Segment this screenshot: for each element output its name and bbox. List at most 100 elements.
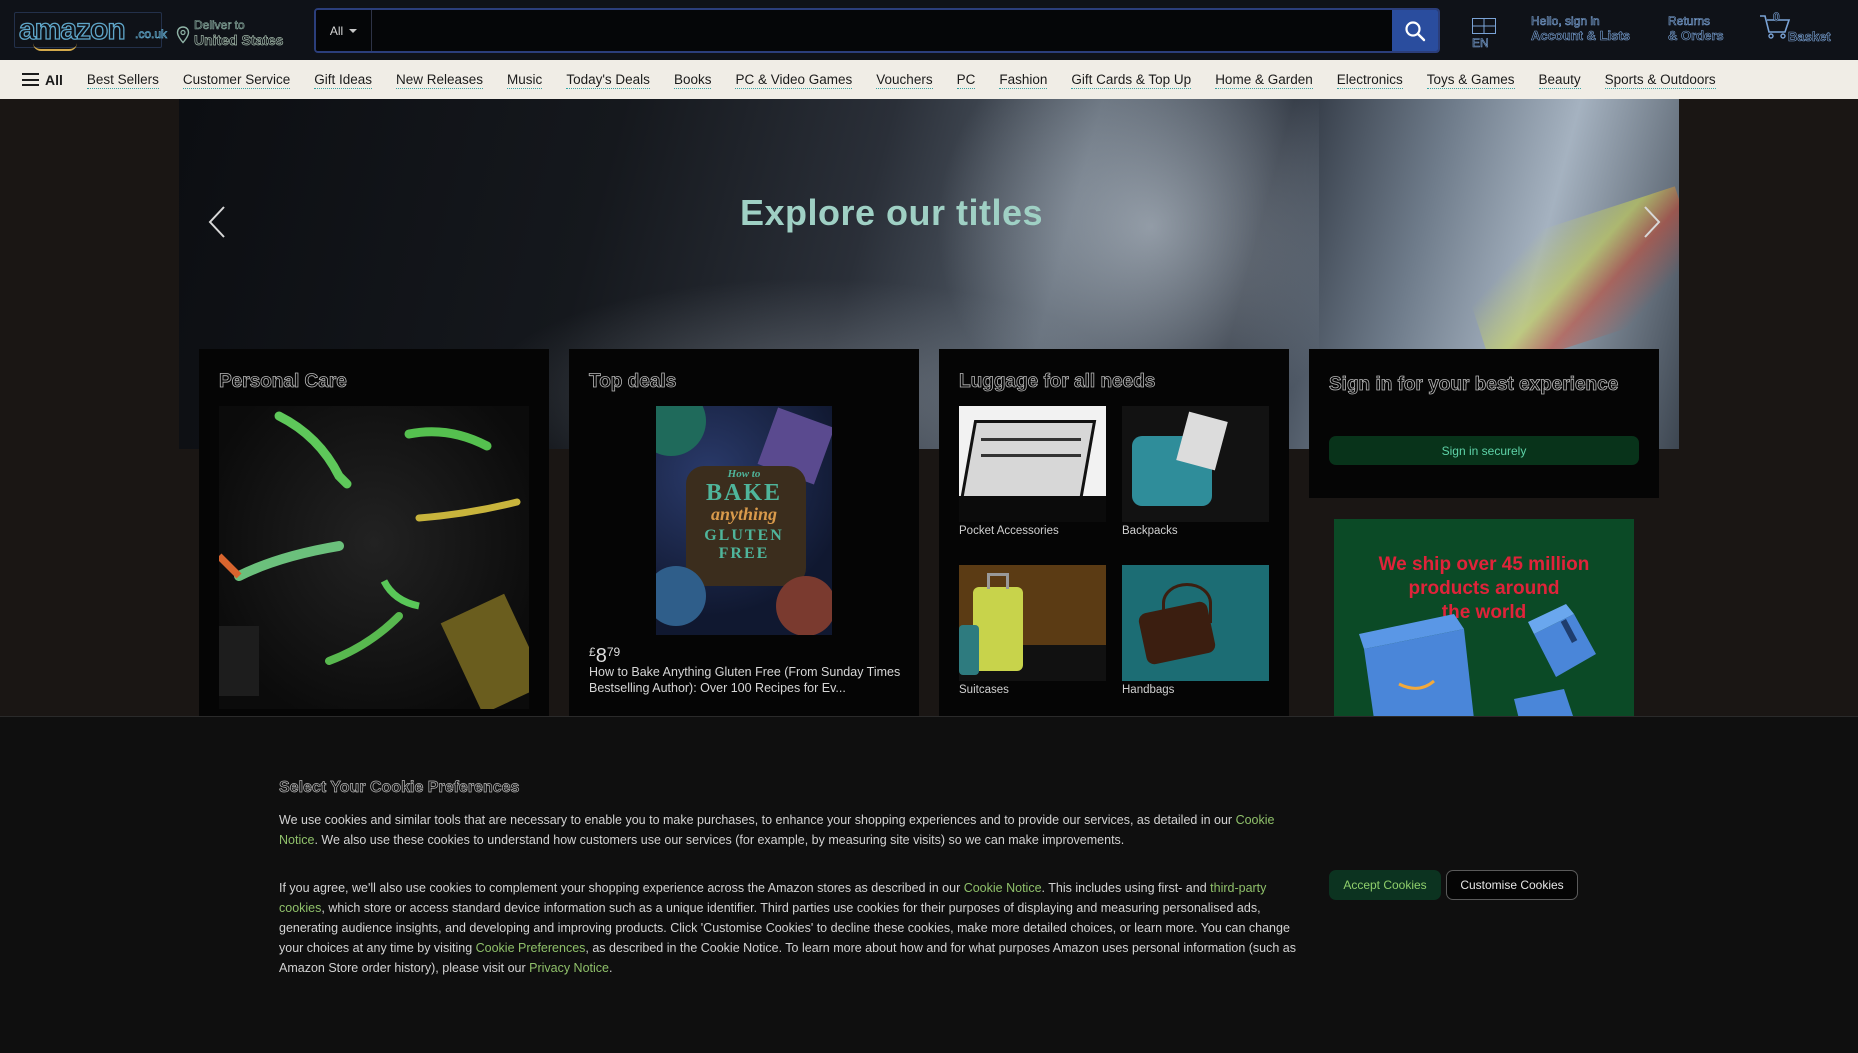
book-title-line4: GLUTEN xyxy=(704,527,784,544)
nav-all-menu[interactable]: All xyxy=(22,72,63,88)
returns-label: Returns xyxy=(1668,14,1711,29)
shipping-promo-ad[interactable]: We ship over 45 million products around … xyxy=(1334,519,1634,719)
flossers-illustration xyxy=(219,411,529,709)
nav-link-todays-deals[interactable]: Today's Deals xyxy=(566,71,650,89)
search-bar: All xyxy=(314,8,1440,53)
book-title-line1: How to xyxy=(727,468,761,480)
nav-all-label: All xyxy=(45,71,63,88)
nav-link-books[interactable]: Books xyxy=(673,71,712,89)
luggage-card[interactable]: Luggage for all needs Pocket Accessories… xyxy=(939,349,1289,719)
cookie-preferences-link[interactable]: Cookie Preferences xyxy=(476,941,586,955)
card-title-top-deals: Top deals xyxy=(589,371,677,393)
flag-icon xyxy=(1472,18,1496,34)
cookie-text: If you agree, we'll also use cookies to … xyxy=(279,881,964,895)
book-title-line3: anything xyxy=(710,504,778,524)
price-fraction: 79 xyxy=(606,645,621,659)
backpacks-image xyxy=(1122,406,1269,522)
location-pin-icon xyxy=(176,26,190,44)
nav-link-gift-cards[interactable]: Gift Cards & Top Up xyxy=(1071,71,1192,89)
card-title-luggage: Luggage for all needs xyxy=(959,371,1156,393)
logo-tld: .co.uk xyxy=(135,27,168,42)
price-symbol: £ xyxy=(589,645,596,659)
nav-link-gift-ideas[interactable]: Gift Ideas xyxy=(314,71,372,89)
signin-card-title: Sign in for your best experience xyxy=(1329,374,1619,396)
nav-link-sports-outdoors[interactable]: Sports & Outdoors xyxy=(1604,71,1716,89)
chevron-down-icon xyxy=(349,28,358,33)
nav-link-fashion[interactable]: Fashion xyxy=(999,71,1048,89)
deliver-country: United States xyxy=(194,32,284,49)
luggage-tile-suitcases[interactable]: Suitcases xyxy=(959,565,1106,696)
account-greeting: Hello, sign in xyxy=(1531,14,1600,29)
nav-link-pc-video-games[interactable]: PC & Video Games xyxy=(735,71,853,89)
nav-link-toys-games[interactable]: Toys & Games xyxy=(1426,71,1515,89)
luggage-tile-pocket-accessories[interactable]: Pocket Accessories xyxy=(959,406,1106,537)
hamburger-menu-icon xyxy=(22,73,39,86)
deliver-to-location[interactable]: Deliver to United States xyxy=(176,14,284,49)
accept-cookies-button[interactable]: Accept Cookies xyxy=(1329,870,1441,900)
nav-link-pc[interactable]: PC xyxy=(956,71,976,89)
cookie-text: . xyxy=(609,961,613,975)
logo-smile-icon xyxy=(33,43,77,51)
cookie-banner: Select Your Cookie Preferences We use co… xyxy=(0,716,1858,1053)
personal-care-image[interactable] xyxy=(219,406,529,709)
returns-and-orders[interactable]: Returns & Orders xyxy=(1668,14,1724,44)
carousel-prev-arrow-icon[interactable] xyxy=(204,204,234,240)
nav-link-music[interactable]: Music xyxy=(507,71,543,89)
carousel-next-arrow-icon[interactable] xyxy=(1635,204,1665,240)
product-description-link[interactable]: How to Bake Anything Gluten Free (From S… xyxy=(589,664,904,696)
nav-link-best-sellers[interactable]: Best Sellers xyxy=(86,71,159,89)
customise-cookies-button[interactable]: Customise Cookies xyxy=(1446,870,1578,900)
privacy-notice-link[interactable]: Privacy Notice xyxy=(529,961,609,975)
orders-label: & Orders xyxy=(1668,28,1724,44)
cookie-banner-title: Select Your Cookie Preferences xyxy=(279,779,520,797)
nav-link-new-releases[interactable]: New Releases xyxy=(396,71,484,89)
luggage-tile-backpacks[interactable]: Backpacks xyxy=(1122,406,1269,537)
search-icon xyxy=(1405,20,1426,41)
suitcases-image xyxy=(959,565,1106,681)
basket-label: Basket xyxy=(1788,29,1831,45)
nav-link-customer-service[interactable]: Customer Service xyxy=(182,71,291,89)
account-lists-label: Account & Lists xyxy=(1531,28,1631,44)
deliver-label: Deliver to xyxy=(194,18,245,33)
cookie-text: . We also use these cookies to understan… xyxy=(314,833,1125,847)
language-code: EN xyxy=(1472,36,1489,51)
search-category-select[interactable]: All xyxy=(316,10,372,51)
basket-count: 0 xyxy=(1773,10,1780,25)
search-category-label: All xyxy=(329,23,344,38)
signin-card: Sign in for your best experience Sign in… xyxy=(1309,349,1659,498)
cookie-text: . This includes using first- and xyxy=(1041,881,1211,895)
amazon-logo[interactable]: amazon .co.uk xyxy=(14,12,167,51)
search-input[interactable] xyxy=(372,10,1392,51)
book-title-line2: BAKE xyxy=(705,480,782,506)
nav-link-vouchers[interactable]: Vouchers xyxy=(876,71,933,89)
top-header: amazon .co.uk Deliver to United States A… xyxy=(0,0,1858,60)
search-button[interactable] xyxy=(1392,10,1438,51)
nav-link-beauty[interactable]: Beauty xyxy=(1538,71,1581,89)
boxes-illustration xyxy=(1359,604,1596,719)
handbags-image xyxy=(1122,565,1269,681)
luggage-tile-caption: Backpacks xyxy=(1122,525,1178,537)
nav-bar: All Best Sellers Customer Service Gift I… xyxy=(0,60,1858,99)
luggage-tile-handbags[interactable]: Handbags xyxy=(1122,565,1269,696)
luggage-tile-caption: Handbags xyxy=(1122,684,1175,696)
account-and-lists[interactable]: Hello, sign in Account & Lists xyxy=(1531,14,1631,44)
book-title-line5: FREE xyxy=(718,545,770,562)
top-deals-card[interactable]: Top deals How to BAKE anything GLUTEN FR… xyxy=(569,349,919,719)
personal-care-card[interactable]: Personal Care xyxy=(199,349,549,719)
luggage-tile-caption: Pocket Accessories xyxy=(959,525,1059,537)
nav-link-electronics[interactable]: Electronics xyxy=(1336,71,1403,89)
cookie-text: We use cookies and similar tools that ar… xyxy=(279,813,1236,827)
hero-title: Explore our titles xyxy=(740,192,1044,233)
logo-wordmark: amazon xyxy=(18,12,126,46)
cookie-paragraph-1: We use cookies and similar tools that ar… xyxy=(279,810,1304,850)
pocket-accessories-image xyxy=(959,406,1106,522)
card-title-personal-care: Personal Care xyxy=(219,371,348,393)
book-cover-image[interactable]: How to BAKE anything GLUTEN FREE xyxy=(656,406,832,635)
main-content: Explore our titles Personal Care Top dea… xyxy=(0,99,1858,719)
nav-link-home-garden[interactable]: Home & Garden xyxy=(1215,71,1313,89)
sign-in-securely-button[interactable]: Sign in securely xyxy=(1329,436,1639,465)
luggage-tile-caption: Suitcases xyxy=(959,684,1009,696)
language-selector[interactable]: EN xyxy=(1472,14,1496,50)
cookie-notice-link[interactable]: Cookie Notice xyxy=(964,881,1042,895)
cookie-paragraph-2: If you agree, we'll also use cookies to … xyxy=(279,878,1304,978)
